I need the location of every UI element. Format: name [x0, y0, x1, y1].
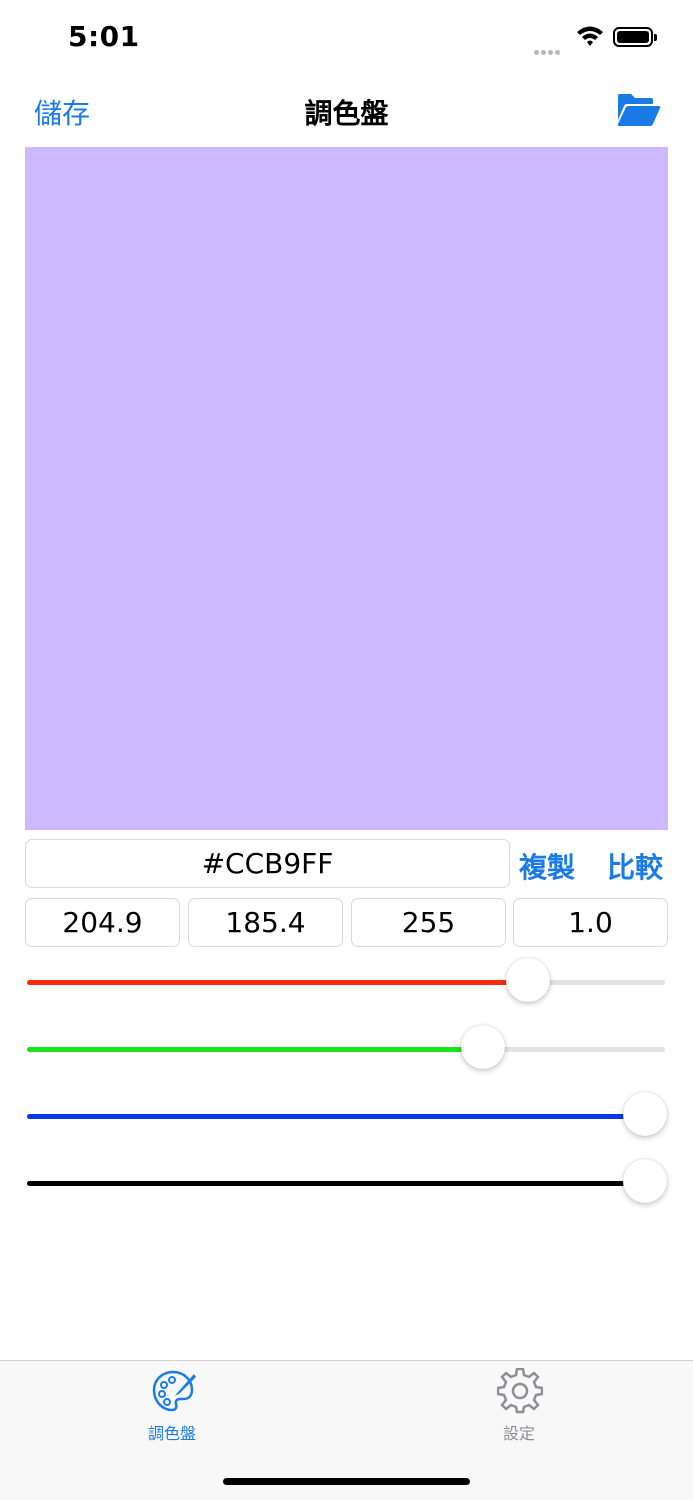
hex-color-field[interactable]: #CCB9FF: [25, 839, 510, 888]
red-slider-fill: [27, 980, 527, 985]
folder-open-icon[interactable]: [615, 92, 661, 132]
green-slider[interactable]: [27, 1047, 665, 1052]
gear-icon: [496, 1367, 544, 1418]
green-slider-fill: [27, 1047, 483, 1052]
tab-settings-label: 設定: [502, 1424, 535, 1443]
compare-button[interactable]: 比較: [607, 846, 663, 886]
alpha-value-field[interactable]: 1.0: [513, 898, 668, 947]
green-slider-thumb[interactable]: [461, 1025, 505, 1069]
cellular-signal-icon: [534, 40, 566, 55]
palette-icon: [150, 1368, 196, 1418]
page-title: 調色盤: [304, 97, 389, 130]
tab-settings[interactable]: 設定: [459, 1367, 579, 1448]
alpha-slider[interactable]: [27, 1181, 665, 1186]
blue-value-field[interactable]: 255: [351, 898, 506, 947]
green-value-field[interactable]: 185.4: [188, 898, 343, 947]
alpha-slider-fill: [27, 1181, 637, 1186]
blue-slider-fill: [27, 1114, 637, 1119]
red-slider[interactable]: [27, 980, 665, 985]
red-value-field[interactable]: 204.9: [25, 898, 180, 947]
tab-palette[interactable]: 調色盤: [112, 1368, 232, 1448]
tab-palette-label: 調色盤: [147, 1424, 196, 1443]
home-indicator: [223, 1478, 470, 1485]
blue-slider-thumb[interactable]: [623, 1092, 667, 1136]
red-slider-thumb[interactable]: [506, 958, 550, 1002]
status-time: 5:01: [68, 20, 140, 53]
copy-button[interactable]: 複製: [519, 846, 575, 886]
battery-icon: [613, 27, 657, 47]
color-preview-swatch: [25, 147, 668, 830]
alpha-slider-thumb[interactable]: [623, 1159, 667, 1203]
wifi-icon: [575, 24, 605, 52]
blue-slider[interactable]: [27, 1114, 665, 1119]
